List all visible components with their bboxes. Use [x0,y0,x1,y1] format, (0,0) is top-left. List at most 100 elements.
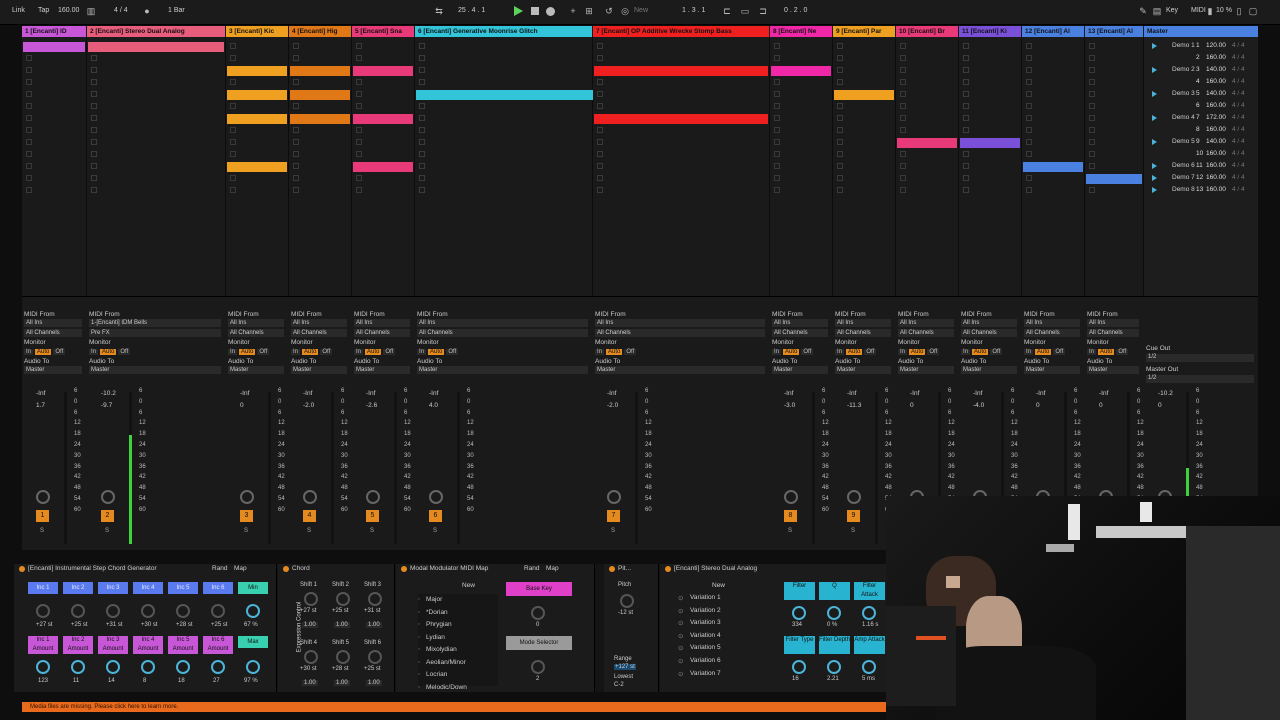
monitor-in-button[interactable]: In [595,349,605,355]
scene-signature[interactable]: 4 / 4 [1232,184,1245,196]
record-button[interactable] [546,7,555,16]
monitor-auto-button[interactable]: Auto [972,349,989,355]
clip-slot-icon[interactable] [963,175,969,181]
clip-slot-icon[interactable] [1026,67,1032,73]
clip-slot-icon[interactable] [91,151,97,157]
velocity-value[interactable]: 1.00 [366,622,382,628]
clip-slot-icon[interactable] [91,67,97,73]
clip-slot-icon[interactable] [91,175,97,181]
clip-slot-icon[interactable] [91,103,97,109]
clip-slot-icon[interactable] [1026,151,1032,157]
capture-icon[interactable]: ◎ [620,6,630,16]
pan-readout[interactable]: 0 [240,402,244,409]
output-select[interactable]: Master [354,366,410,374]
clip-slot-icon[interactable] [356,127,362,133]
clip-slot-icon[interactable] [1026,43,1032,49]
scene-signature[interactable]: 4 / 4 [1232,112,1245,124]
velocity-value[interactable]: 1.00 [334,680,350,686]
track-header[interactable]: 1 [Encanti] ID [22,26,86,37]
send-knob[interactable] [36,490,50,504]
clip-slot-icon[interactable] [963,103,969,109]
track-activator[interactable]: 5 [366,510,379,522]
solo-button[interactable]: S [788,528,792,534]
inc-knob[interactable] [211,604,225,618]
pan-readout[interactable]: 0 [910,402,914,409]
scene-launch-icon[interactable] [1152,43,1157,49]
scene-tempo[interactable]: 160.00 [1206,172,1226,184]
clip-slot-icon[interactable] [356,55,362,61]
volume-readout[interactable]: -Inf [366,390,375,397]
output-select[interactable]: Master [24,366,82,374]
inc-button[interactable]: Inc 6 [203,582,233,594]
input-type-select[interactable]: All Ins [772,319,828,327]
device-power-icon[interactable] [609,566,615,572]
velocity-value[interactable]: 1.00 [302,622,318,628]
clip-slot-icon[interactable] [900,163,906,169]
volume-readout[interactable]: -Inf [784,390,793,397]
clip-slot-icon[interactable] [356,43,362,49]
new-button[interactable]: New [634,7,648,14]
variation-item[interactable]: Variation 2 [690,607,721,614]
clip-slot-icon[interactable] [597,103,603,109]
mode-item[interactable]: Lydian [426,634,445,641]
clip-slot-icon[interactable] [837,55,843,61]
monitor-off-button[interactable]: Off [118,349,131,355]
clip-slot-icon[interactable] [900,55,906,61]
input-type-select[interactable]: All Ins [961,319,1017,327]
input-channel-select[interactable]: All Channels [898,329,954,337]
scene-launch-icon[interactable] [1152,175,1157,181]
track-activator[interactable]: 3 [240,510,253,522]
tap-button[interactable]: Tap [38,7,49,14]
stop-button[interactable] [531,7,539,15]
clip-slot-icon[interactable] [774,55,780,61]
volume-readout[interactable]: -Inf [1036,390,1045,397]
scene-tempo[interactable]: 172.00 [1206,112,1226,124]
monitor-auto-button[interactable]: Auto [1098,349,1115,355]
amp-param-knob[interactable] [792,660,806,674]
inc-button[interactable]: Inc 1 [28,582,58,594]
track-header[interactable]: 13 [Encanti] Al [1085,26,1143,37]
clip-slot-icon[interactable] [419,55,425,61]
clip-slot-icon[interactable] [419,151,425,157]
clip-slot-icon[interactable] [419,163,425,169]
pan-readout[interactable]: -9.7 [101,402,112,409]
inc-button[interactable]: Inc 5 [168,582,198,594]
clip-slot-icon[interactable] [1089,187,1095,193]
re-enable-icon[interactable]: ↺ [604,6,614,16]
inc-amount-button[interactable]: Inc 2 Amount [63,636,93,654]
clip-slot-icon[interactable] [963,43,969,49]
volume-readout[interactable]: -Inf [429,390,438,397]
clip-slot-icon[interactable] [837,187,843,193]
clip-slot-icon[interactable] [293,163,299,169]
monitor-in-button[interactable]: In [772,349,782,355]
clip-slot-icon[interactable] [900,187,906,193]
track-header[interactable]: 3 [Encanti] Kic [226,26,288,37]
monitor-auto-button[interactable]: Auto [909,349,926,355]
inc-amount-knob[interactable] [176,660,190,674]
mode-item[interactable]: Aeolian/Minor [426,659,466,666]
clip-slot-icon[interactable] [963,67,969,73]
clip-slot-icon[interactable] [91,127,97,133]
scene-launch-icon[interactable] [1152,139,1157,145]
inc-amount-button[interactable]: Inc 5 Amount [168,636,198,654]
volume-readout[interactable]: -Inf [847,390,856,397]
scene-launch-icon[interactable] [1152,187,1157,193]
monitor-in-button[interactable]: In [835,349,845,355]
scene-signature[interactable]: 4 / 4 [1232,172,1245,184]
filter-param-knob[interactable] [827,606,841,620]
mode-list[interactable]: Major ◦ *Dorian ◦ Phrygian ◦ Lydian ◦ Mixolydian… [418,594,498,691]
send-knob[interactable] [366,490,380,504]
output-select[interactable]: Master [835,366,891,374]
clip-slot-icon[interactable] [293,103,299,109]
inc-button[interactable]: Inc 4 [133,582,163,594]
base-key-button[interactable]: Base Key [506,582,572,596]
scene-row[interactable]: Demo 1 1 120.00 4 / 4 [1144,40,1258,52]
clip[interactable] [594,114,768,124]
clip-slot-icon[interactable] [230,187,236,193]
inc-amount-knob[interactable] [71,660,85,674]
input-channel-select[interactable]: All Channels [228,329,284,337]
scene-launch-icon[interactable] [1152,115,1157,121]
scene-signature[interactable]: 4 / 4 [1232,76,1245,88]
volume-readout[interactable]: -10.2 [101,390,116,397]
clip[interactable] [416,90,593,100]
